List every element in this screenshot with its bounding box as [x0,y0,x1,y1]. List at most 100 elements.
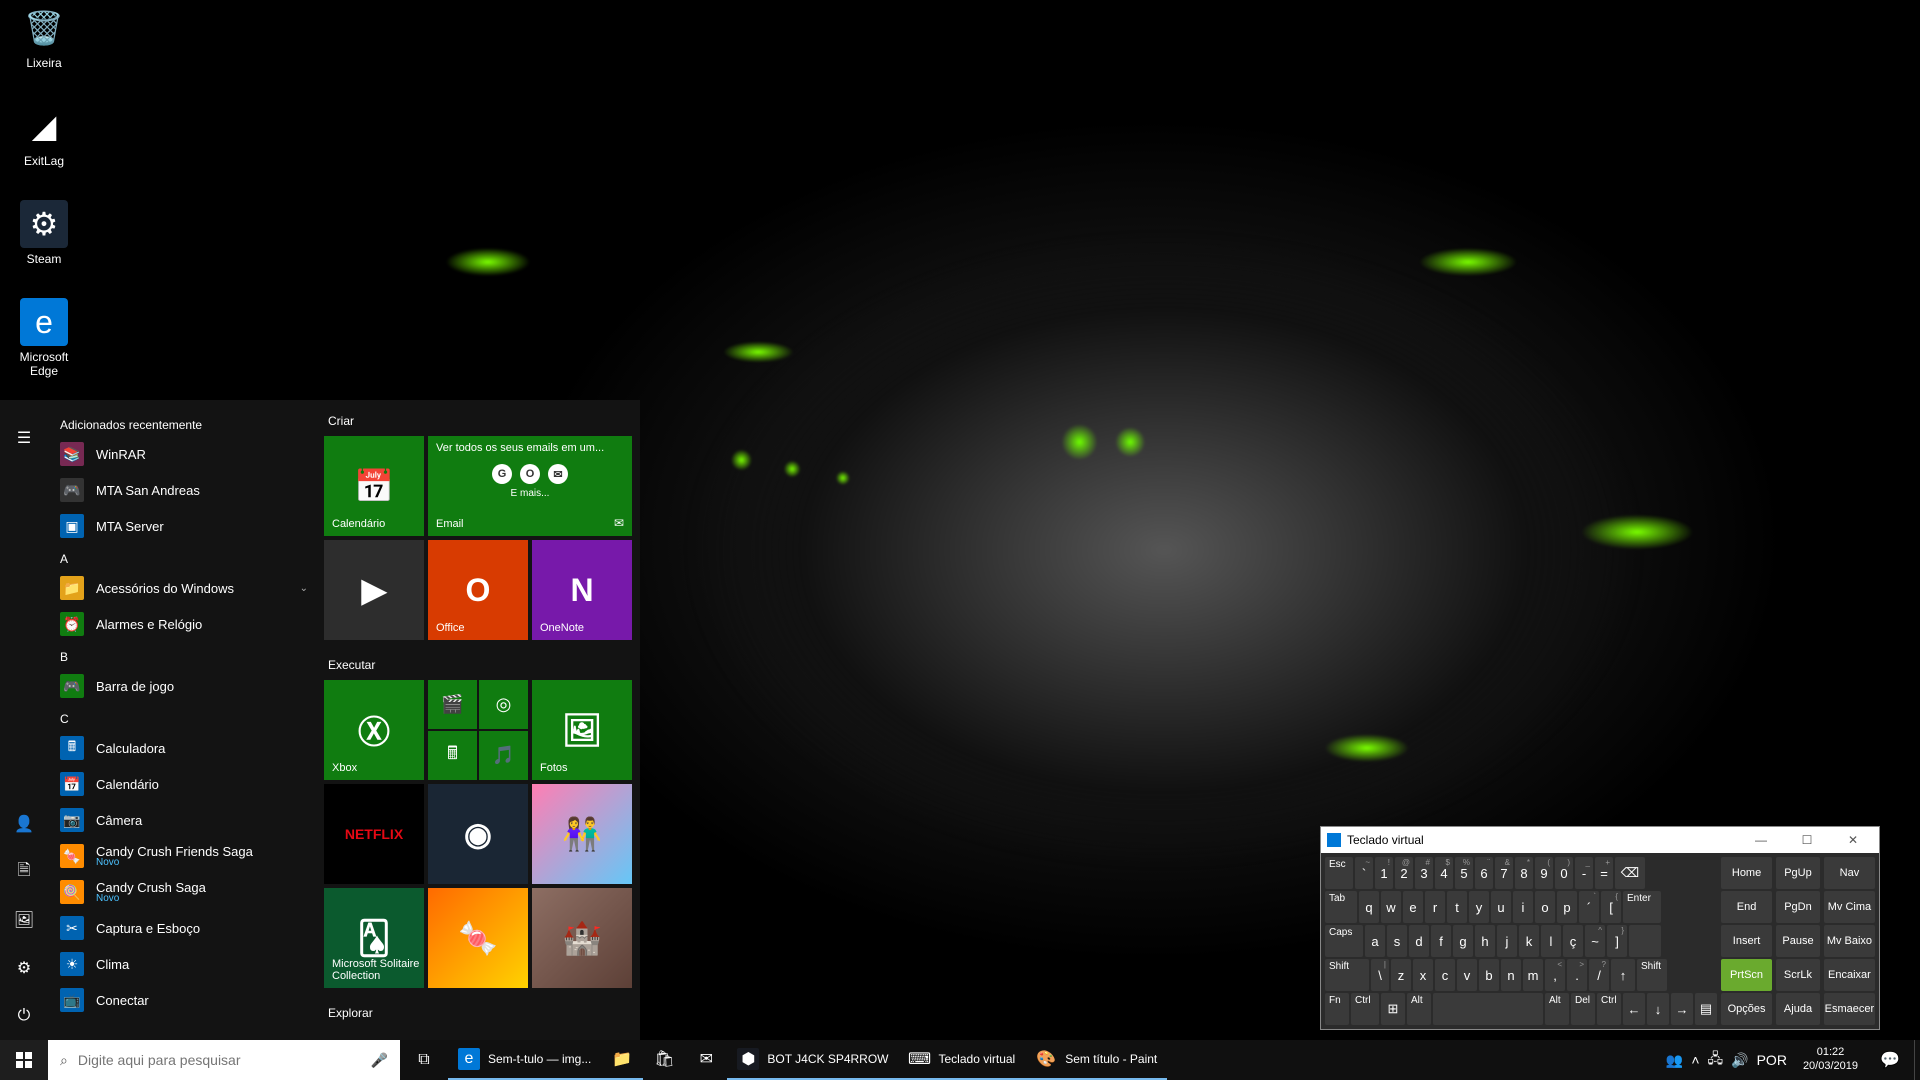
live-tile[interactable]: 🂡Microsoft Solitaire Collection [324,888,424,988]
osk-side-key[interactable]: Esmaecer [1824,993,1875,1025]
osk-key[interactable]: += [1595,857,1613,889]
desktop-icon-recycle-bin[interactable]: 🗑️ Lixeira [6,4,82,70]
search-input[interactable] [78,1052,361,1068]
tile-group-header[interactable]: Executar [324,654,632,680]
osk-side-key[interactable]: Insert [1721,925,1772,957]
osk-key[interactable]: u [1491,891,1511,923]
live-tile[interactable]: 👫 [532,784,632,884]
start-app-item[interactable]: 🎮 Barra de jogo [48,668,320,704]
osk-key[interactable]: m [1523,959,1543,991]
osk-key[interactable]: Alt [1407,993,1431,1025]
osk-key[interactable]: ^~ [1585,925,1605,957]
osk-key[interactable]: v [1457,959,1477,991]
osk-key[interactable]: Ctrl [1351,993,1379,1025]
osk-key[interactable]: ▤ [1695,993,1717,1025]
osk-key[interactable]: n [1501,959,1521,991]
live-tile-wide[interactable]: Ver todos os seus emails em um... GO✉ E … [428,436,632,536]
osk-key[interactable]: !1 [1375,857,1393,889]
network-icon[interactable]: 🖧 [1708,1048,1724,1072]
live-tile[interactable]: NOneNote [532,540,632,640]
desktop-icon-exitlag[interactable]: ◢ ExitLag [6,102,82,168]
osk-key[interactable]: Shift [1325,959,1369,991]
people-icon[interactable]: 👥 [1666,1052,1683,1069]
start-section-header[interactable]: Adicionados recentemente [48,410,320,436]
osk-key[interactable]: _- [1575,857,1593,889]
taskbar-app-mail[interactable]: ✉ [685,1040,727,1080]
osk-key[interactable]: #3 [1415,857,1433,889]
taskbar-app-explorer[interactable]: 📁 [601,1040,643,1080]
osk-key[interactable]: $4 [1435,857,1453,889]
start-app-item[interactable]: 📺 Conectar [48,982,320,1018]
taskbar-app-store[interactable]: 🛍 [643,1040,685,1080]
start-app-item[interactable]: 🎮 MTA San Andreas [48,472,320,508]
osk-key[interactable]: Shift [1637,959,1667,991]
osk-key[interactable]: Enter [1623,891,1661,923]
osk-key[interactable]: s [1387,925,1407,957]
show-desktop-button[interactable] [1914,1040,1920,1080]
osk-key[interactable]: → [1671,993,1693,1025]
tile-folder[interactable]: 🎬◎🖩🎵 [428,680,528,780]
osk-key[interactable]: Alt [1545,993,1569,1025]
osk-side-key[interactable]: PgDn [1776,891,1820,923]
close-button[interactable]: ✕ [1833,827,1873,853]
osk-key[interactable]: `´ [1579,891,1599,923]
osk-key[interactable]: f [1431,925,1451,957]
live-tile[interactable]: 🏰 [532,888,632,988]
live-tile[interactable]: ⓍXbox [324,680,424,780]
osk-key[interactable]: ~` [1355,857,1373,889]
desktop-icon-steam[interactable]: ⚙ Steam [6,200,82,266]
osk-key[interactable]: ç [1563,925,1583,957]
start-app-item[interactable]: 📁 Acessórios do Windows ⌄ [48,570,320,606]
start-app-item[interactable]: ✂ Captura e Esboço [48,910,320,946]
osk-key[interactable]: *8 [1515,857,1533,889]
tile-group-header[interactable]: Explorar [324,1002,632,1028]
osk-key[interactable]: b [1479,959,1499,991]
osk-key[interactable]: q [1359,891,1379,923]
osk-side-key[interactable]: Mv Baixo [1824,925,1875,957]
start-app-item[interactable]: 🖩 Calculadora [48,730,320,766]
osk-key[interactable]: {[ [1601,891,1621,923]
osk-key[interactable]: d [1409,925,1429,957]
start-app-item[interactable]: 📷 Câmera [48,802,320,838]
osk-key[interactable]: }] [1607,925,1627,957]
osk-side-key[interactable]: Home [1721,857,1772,889]
osk-side-key[interactable]: Opções [1721,993,1772,1025]
taskbar-app-bot[interactable]: ⬢BOT J4CK SP4RROW [727,1040,898,1080]
start-app-item[interactable]: 📅 Calendário [48,766,320,802]
mini-tile[interactable]: 🎬 [428,680,477,729]
live-tile[interactable]: ▶ [324,540,424,640]
osk-key[interactable]: Fn [1325,993,1349,1025]
minimize-button[interactable]: ― [1741,827,1781,853]
osk-side-key[interactable]: Ajuda [1776,993,1820,1025]
taskbar-app-edge[interactable]: eSem-t-tulo — img... [448,1040,601,1080]
mic-icon[interactable]: 🎤 [371,1052,388,1069]
osk-key[interactable]: <, [1545,959,1565,991]
osk-key[interactable]: r [1425,891,1445,923]
osk-key[interactable]: y [1469,891,1489,923]
osk-key[interactable]: >. [1567,959,1587,991]
osk-key[interactable]: ↑ [1611,959,1635,991]
osk-key[interactable]: ← [1623,993,1645,1025]
mini-tile[interactable]: ◎ [479,680,528,729]
hamburger-icon[interactable]: ☰ [0,414,48,462]
settings-icon[interactable]: ⚙ [0,944,48,992]
osk-key[interactable]: i [1513,891,1533,923]
osk-key[interactable]: g [1453,925,1473,957]
osk-key[interactable] [1629,925,1661,957]
power-icon[interactable]: ⏻ [0,992,48,1040]
osk-side-key[interactable]: Nav [1824,857,1875,889]
live-tile[interactable]: 🖼Fotos [532,680,632,780]
start-app-item[interactable]: 📚 WinRAR [48,436,320,472]
osk-key[interactable]: Del [1571,993,1595,1025]
taskbar-search[interactable]: ⌕ 🎤 [48,1040,400,1080]
start-button[interactable] [0,1040,48,1080]
osk-key[interactable]: Esc [1325,857,1353,889]
start-app-item[interactable]: 🍬 Candy Crush Friends SagaNovo [48,838,320,874]
start-app-item[interactable]: ⏰ Alarmes e Relógio [48,606,320,642]
osk-key[interactable]: &7 [1495,857,1513,889]
osk-side-key[interactable]: End [1721,891,1772,923]
live-tile[interactable]: 🍬 [428,888,528,988]
start-section-header[interactable]: B [48,642,320,668]
osk-side-key[interactable]: Pause [1776,925,1820,957]
osk-key[interactable]: ⊞ [1381,993,1405,1025]
